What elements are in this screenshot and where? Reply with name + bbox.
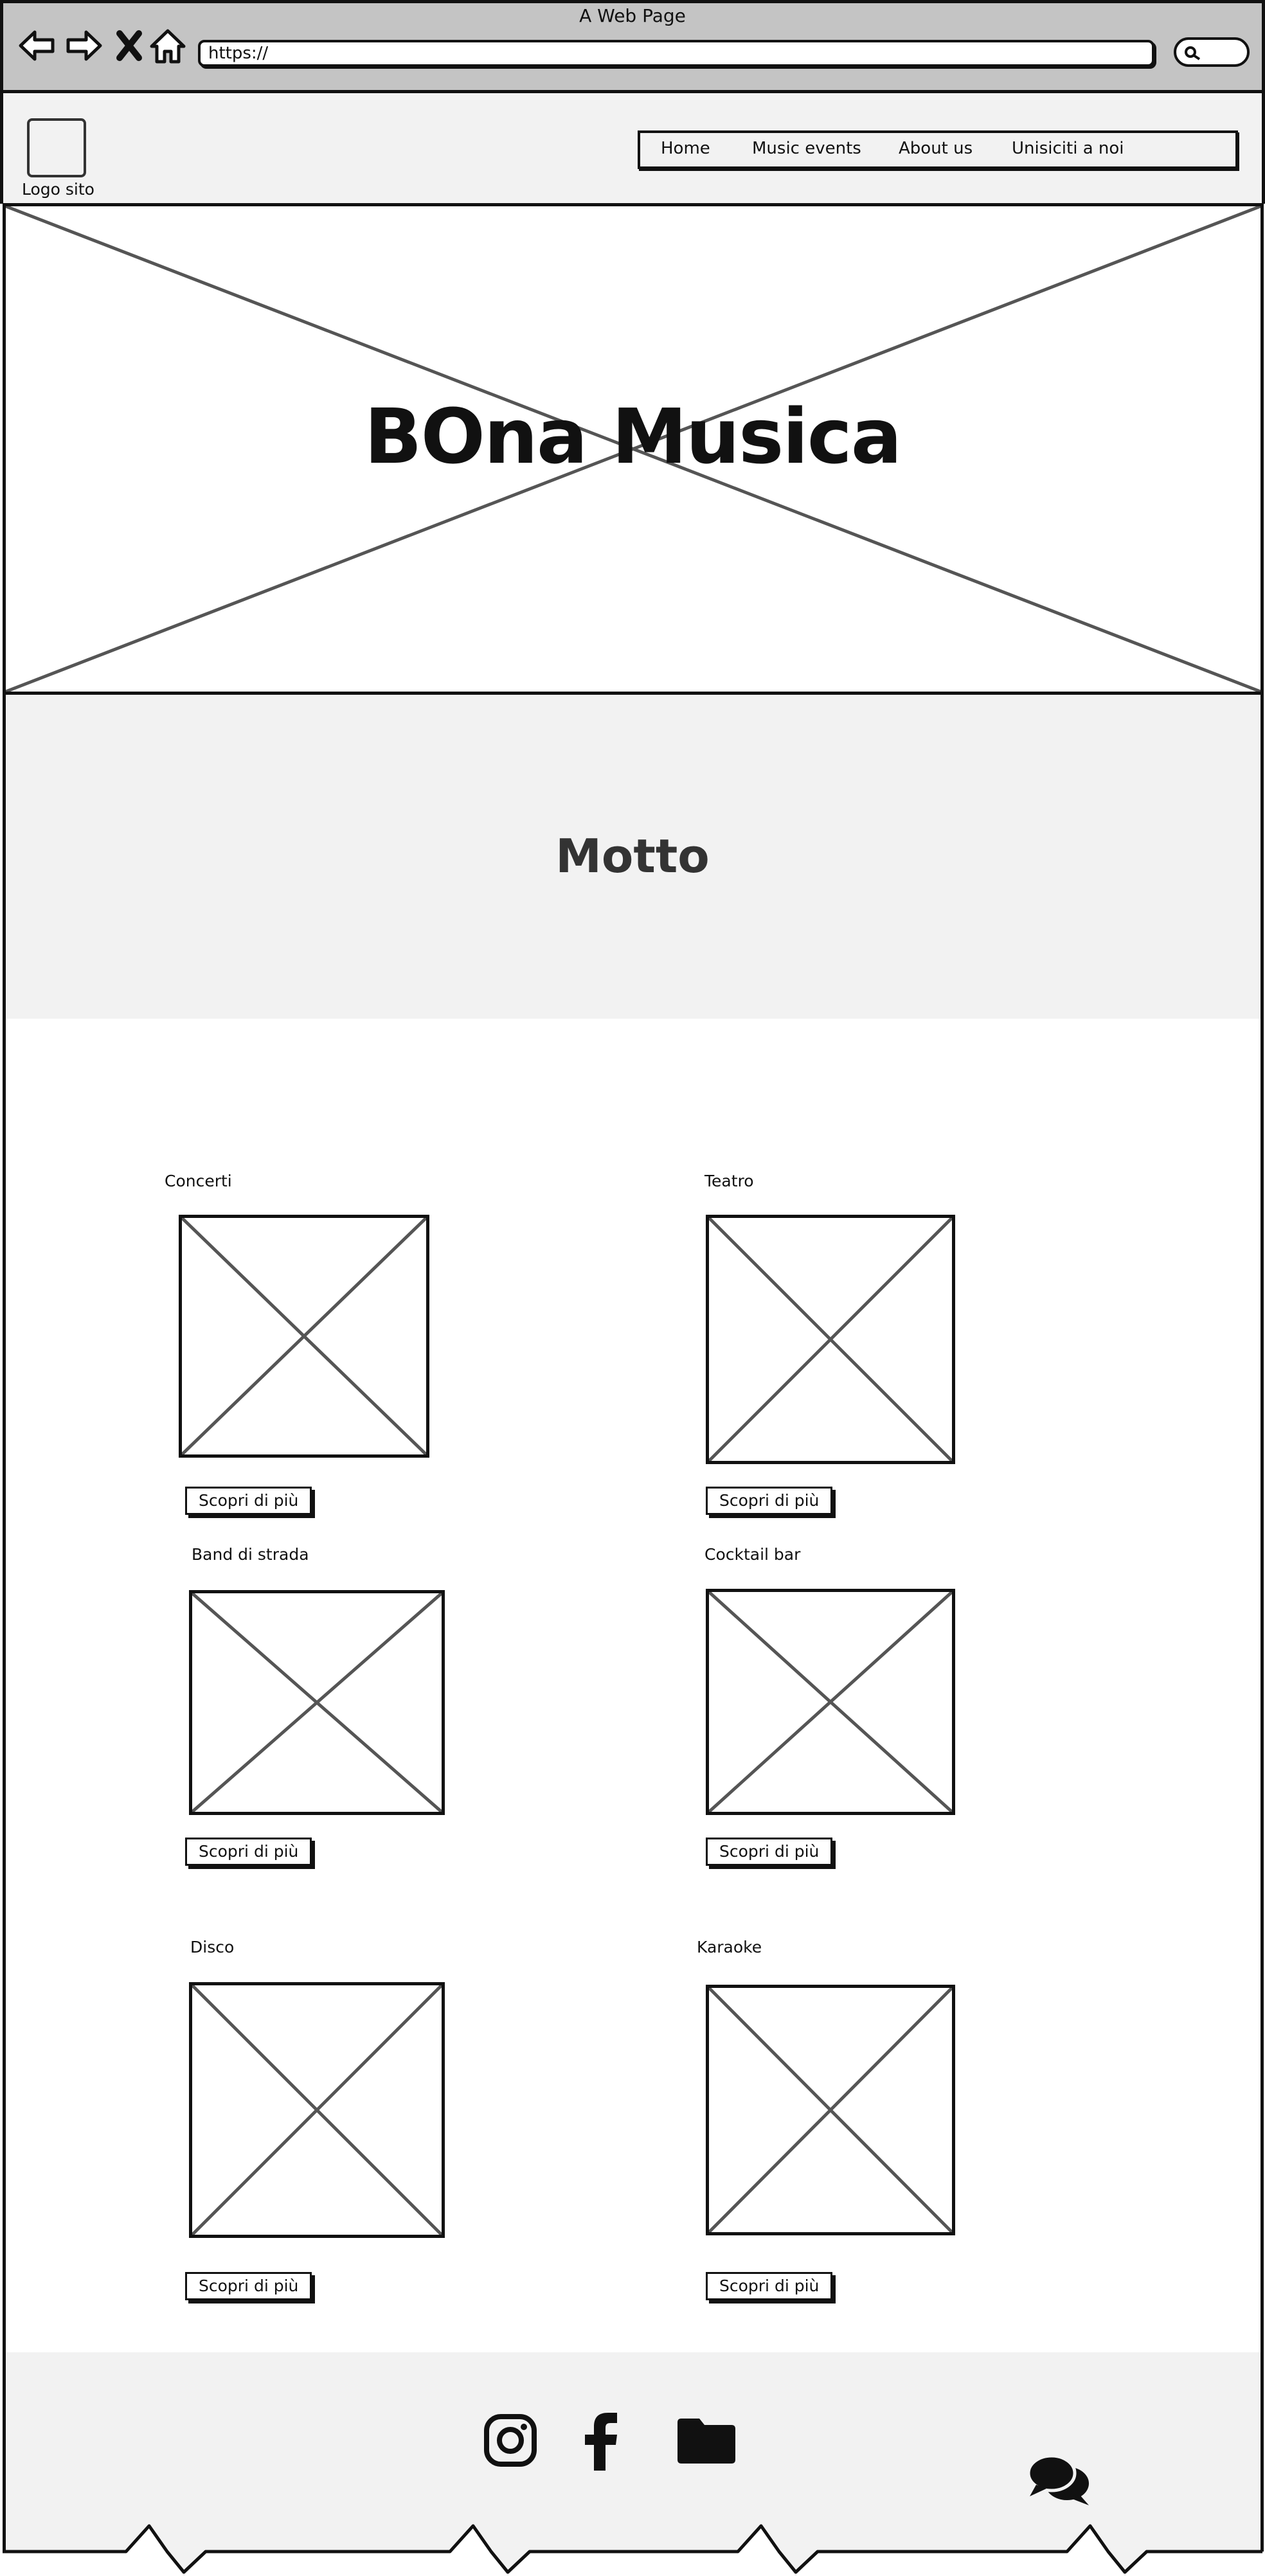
forward-arrow-icon[interactable] xyxy=(64,26,104,66)
facebook-icon[interactable] xyxy=(584,2411,620,2471)
browser-search-field[interactable] xyxy=(1174,37,1250,67)
folder-icon[interactable] xyxy=(676,2415,737,2465)
home-icon[interactable] xyxy=(148,26,188,66)
discover-more-button-karaoke[interactable]: Scopri di più xyxy=(706,2272,833,2300)
page-torn-edge xyxy=(0,2522,1265,2576)
discover-more-button-disco[interactable]: Scopri di più xyxy=(185,2272,312,2300)
card-image-placeholder xyxy=(189,1982,445,2238)
logo-label: Logo sito xyxy=(22,180,94,199)
window-title: A Web Page xyxy=(579,5,686,26)
nav-item-join-us[interactable]: Unisiciti a noi xyxy=(1012,139,1124,158)
card-label-disco: Disco xyxy=(190,1938,235,1956)
card-label-teatro: Teatro xyxy=(704,1172,754,1190)
card-label-karaoke: Karaoke xyxy=(697,1938,762,1956)
nav-item-music-events[interactable]: Music events xyxy=(752,139,861,158)
card-label-cocktail-bar: Cocktail bar xyxy=(704,1545,801,1564)
hero-title: BOna Musica xyxy=(364,392,902,481)
site-logo[interactable] xyxy=(27,118,86,177)
nav-item-about-us[interactable]: About us xyxy=(899,139,973,158)
chat-icon[interactable] xyxy=(1027,2454,1091,2508)
card-image-placeholder xyxy=(706,1215,955,1464)
url-input[interactable]: https:// xyxy=(198,40,1154,67)
instagram-icon[interactable] xyxy=(483,2413,537,2467)
search-icon xyxy=(1185,46,1201,60)
discover-more-button-band-di-strada[interactable]: Scopri di più xyxy=(185,1838,312,1866)
card-image-placeholder xyxy=(189,1590,445,1815)
discover-more-button-cocktail-bar[interactable]: Scopri di più xyxy=(706,1838,833,1866)
card-image-placeholder xyxy=(706,1985,955,2235)
discover-more-button-teatro[interactable]: Scopri di più xyxy=(706,1487,833,1515)
card-label-band-di-strada: Band di strada xyxy=(192,1545,309,1564)
card-label-concerti: Concerti xyxy=(165,1172,232,1190)
nav-item-home[interactable]: Home xyxy=(661,139,710,158)
close-x-icon[interactable] xyxy=(113,26,153,66)
motto-text: Motto xyxy=(555,829,710,883)
card-image-placeholder xyxy=(706,1589,955,1815)
card-image-placeholder xyxy=(179,1215,429,1458)
discover-more-button-concerti[interactable]: Scopri di più xyxy=(185,1487,312,1515)
back-arrow-icon[interactable] xyxy=(17,26,57,66)
